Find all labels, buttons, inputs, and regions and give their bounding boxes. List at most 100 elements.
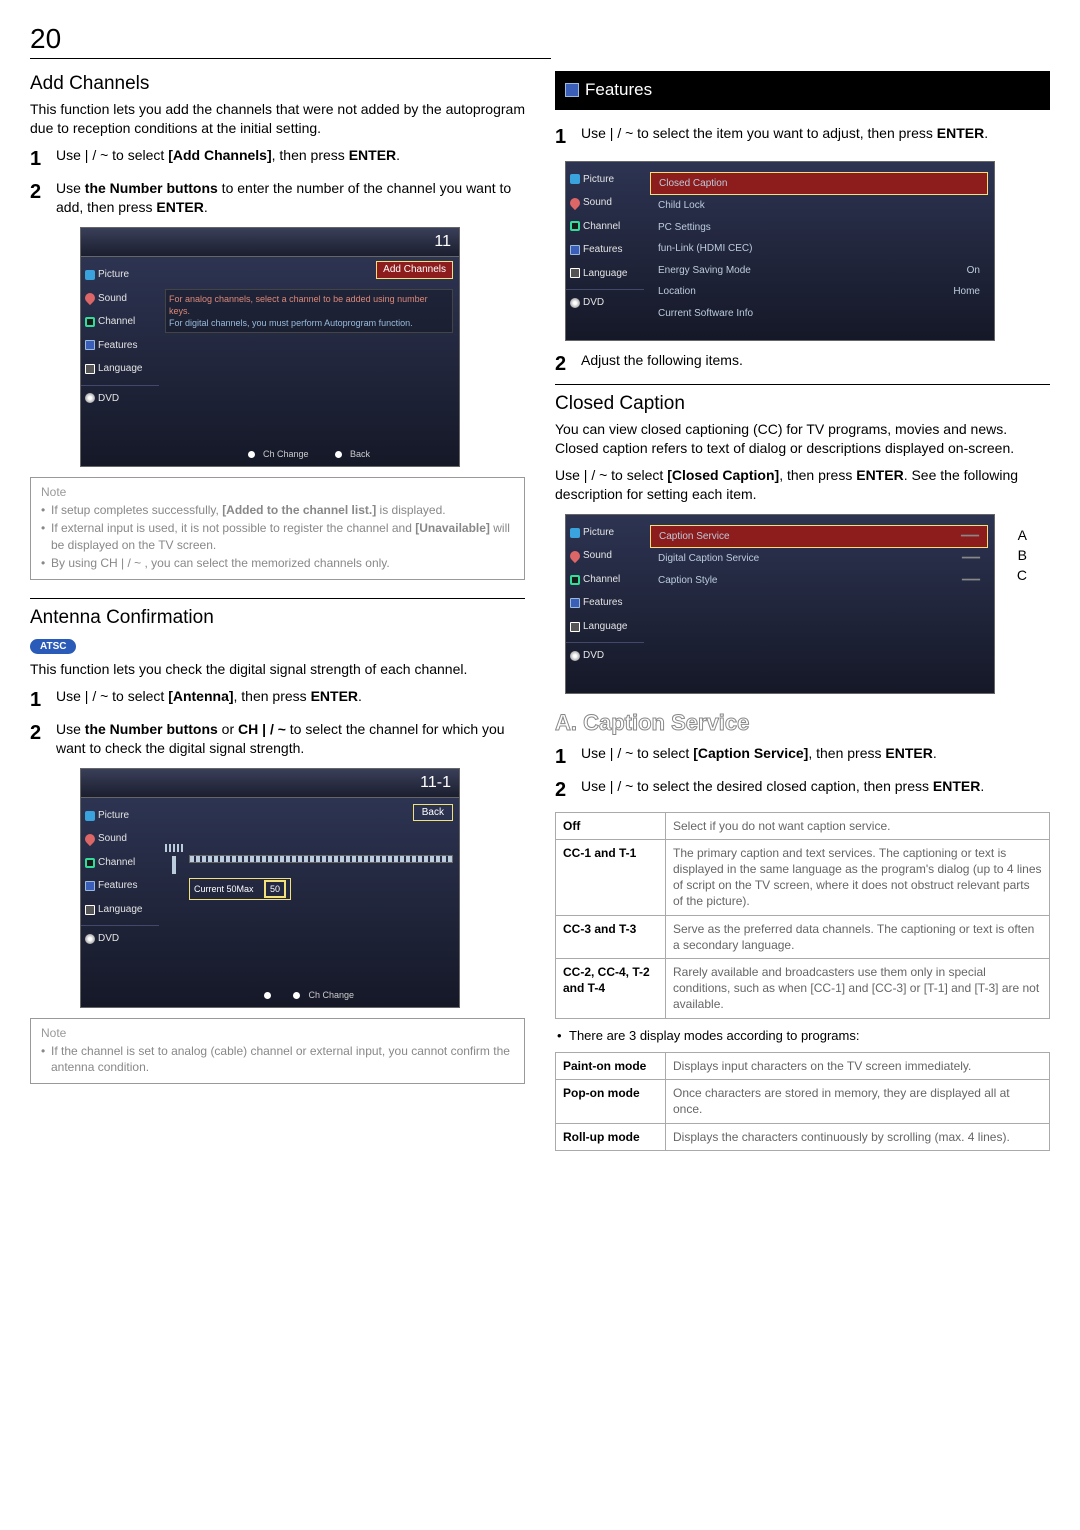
step-number: 1 [30, 687, 46, 714]
text: Adjust the following items. [581, 351, 743, 370]
osd-footer: Ch Change Back [159, 448, 459, 460]
osd-side-menu: Picture Sound Channel Features Language … [81, 257, 159, 466]
callout-a: A [1018, 526, 1027, 545]
text: . [396, 147, 400, 163]
osd-side-menu: Picture Sound Channel Features Language … [566, 162, 644, 340]
text: , then press [808, 745, 885, 761]
side-label: Features [583, 596, 622, 610]
feature-item: PC Settings [650, 217, 988, 239]
table-row: Roll-up modeDisplays the characters cont… [556, 1123, 1050, 1150]
note-box-addch: Note If setup completes successfully, [A… [30, 477, 525, 580]
dvd-icon [85, 934, 95, 944]
step-number: 2 [30, 720, 46, 747]
osd-channel-display: 11-1 [80, 768, 460, 798]
text: or [218, 721, 238, 737]
text: . [984, 125, 988, 141]
sound-icon [568, 196, 582, 210]
table-row: Paint-on modeDisplays input characters o… [556, 1053, 1050, 1080]
side-sound: Sound [81, 287, 159, 311]
osd-help-text: For analog channels, select a channel to… [165, 289, 453, 333]
antenna-heading: Antenna Confirmation [30, 598, 525, 631]
channel-icon [570, 575, 580, 585]
side-dvd: DVD [81, 925, 159, 951]
text-bold: ENTER [349, 147, 396, 163]
features-list: Closed CaptionChild LockPC Settingsfun-L… [650, 172, 988, 325]
side-dvd: DVD [566, 289, 644, 315]
signal-bars [189, 855, 453, 863]
side-picture: Picture [81, 804, 159, 828]
addch-step-1: 1 Use | / ~ to select [Add Channels], th… [30, 146, 525, 173]
osd-side-menu: Picture Sound Channel Features Language … [81, 798, 159, 1007]
text: Use [56, 180, 85, 196]
channel-icon [85, 317, 95, 327]
text: . [358, 688, 362, 704]
text-bold: ENTER [156, 199, 203, 215]
note-item: By using CH | / ~ , you can select the m… [41, 555, 514, 571]
side-label: Picture [583, 173, 614, 187]
side-channel: Channel [81, 851, 159, 875]
text: , then press [234, 688, 311, 704]
closed-caption-intro: You can view closed captioning (CC) for … [555, 420, 1050, 458]
table-row: CC-2, CC-4, T-2 and T-4Rarely available … [556, 958, 1050, 1018]
side-label: Channel [583, 220, 620, 234]
grid-icon [293, 992, 300, 999]
features-icon [85, 340, 95, 350]
picture-icon [85, 270, 95, 280]
side-label: Sound [98, 832, 127, 846]
osd-closed-caption: Picture Sound Channel Features Language … [565, 514, 995, 694]
antenna-step-2: 2 Use the Number buttons or CH | / ~ to … [30, 720, 525, 758]
text-bold: ENTER [885, 745, 932, 761]
side-label: Language [98, 903, 143, 917]
osd-add-channels: 11 Picture Sound Channel Features Langua… [80, 227, 460, 467]
side-features: Features [81, 334, 159, 358]
caption-service-table: OffSelect if you do not want caption ser… [555, 812, 1050, 1019]
side-label: Language [583, 267, 628, 281]
text: Use | / ~ to select the item you want to… [581, 125, 937, 141]
text: . [204, 199, 208, 215]
help-line: For digital channels, you must perform A… [169, 317, 449, 329]
side-language: Language [566, 615, 644, 639]
features-step-2: 2 Adjust the following items. [555, 351, 1050, 378]
osd-footer: Ch Change [159, 989, 459, 1001]
cc-option-list: Caption Service━━━Digital Caption Servic… [650, 525, 988, 592]
step-number: 1 [555, 124, 571, 151]
step-number: 2 [555, 777, 571, 804]
table-row: OffSelect if you do not want caption ser… [556, 812, 1050, 839]
side-label: Language [583, 620, 628, 634]
side-label: Picture [98, 268, 129, 282]
sound-icon [83, 291, 97, 305]
text: Use | / ~ to select the desired closed c… [581, 778, 933, 794]
caption-service-heading: A. Caption Service [555, 708, 1050, 738]
note-heading: Note [41, 1025, 514, 1041]
text-bold: [Antenna] [168, 688, 233, 704]
closed-caption-heading: Closed Caption [555, 384, 1050, 417]
side-picture: Picture [81, 263, 159, 287]
back-button-osd: Back [413, 804, 453, 822]
language-icon [570, 268, 580, 278]
display-modes-table: Paint-on modeDisplays input characters o… [555, 1052, 1050, 1151]
channel-icon [85, 858, 95, 868]
side-label: DVD [98, 392, 119, 406]
step-number: 2 [555, 351, 571, 378]
table-row: Pop-on modeOnce characters are stored in… [556, 1080, 1050, 1123]
text-bold: [Add Channels] [168, 147, 271, 163]
feature-item: fun-Link (HDMI CEC) [650, 238, 988, 260]
antenna-intro: This function lets you check the digital… [30, 660, 525, 679]
side-label: Sound [98, 292, 127, 306]
note-item: If the channel is set to analog (cable) … [41, 1043, 514, 1075]
current-label: Current 50Max [194, 884, 254, 894]
text-bold: ENTER [311, 688, 358, 704]
text: . [980, 778, 984, 794]
step-number: 2 [30, 179, 46, 206]
step-number: 1 [555, 744, 571, 771]
current-value: 50 [264, 880, 286, 898]
selected-item-add-channels: Add Channels [376, 261, 453, 279]
side-sound: Sound [566, 191, 644, 215]
picture-icon [85, 811, 95, 821]
side-sound: Sound [566, 544, 644, 568]
help-line: For analog channels, select a channel to… [169, 293, 449, 317]
side-label: DVD [583, 649, 604, 663]
side-label: Picture [98, 809, 129, 823]
features-title-bar: Features [555, 71, 1050, 110]
text-bold: ENTER [933, 778, 980, 794]
